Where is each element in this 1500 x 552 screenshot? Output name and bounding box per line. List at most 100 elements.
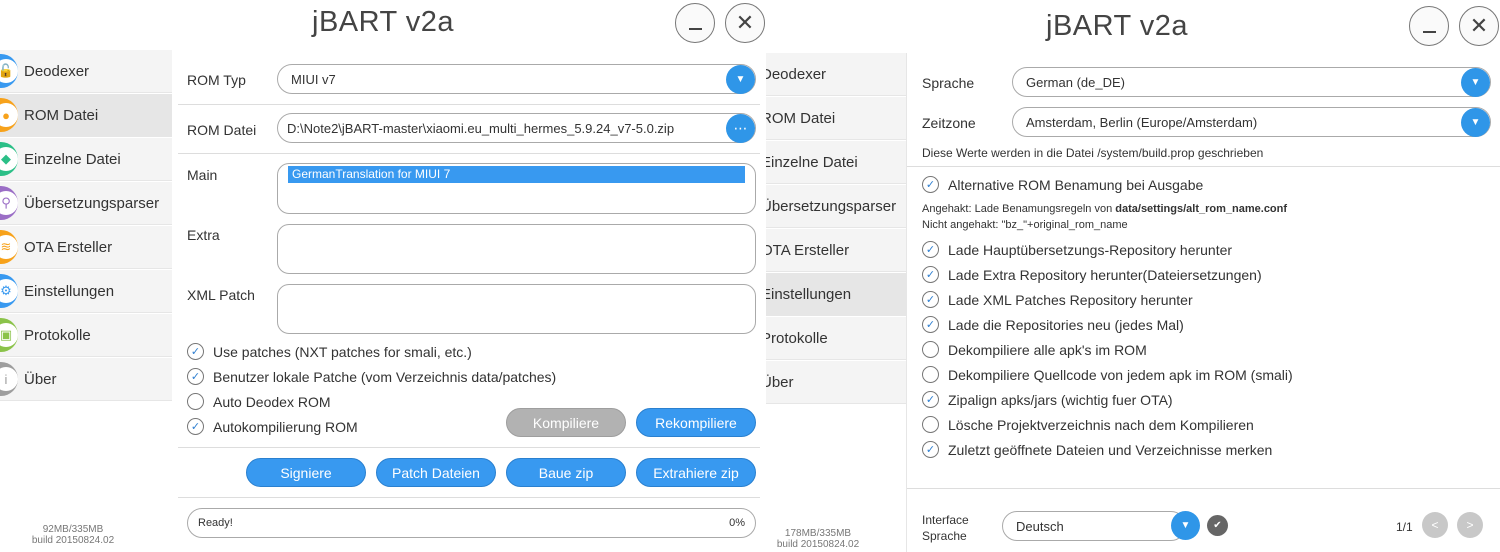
alt-rom-checkbox[interactable]: ✓ Alternative ROM Benamung bei Ausgabe (922, 176, 1203, 193)
xml-patch-list[interactable] (277, 284, 756, 334)
option-lade-extra-repository-herunter-dateierse[interactable]: ✓ Lade Extra Repository herunter(Dateiers… (922, 266, 1262, 283)
option-benutzer-lokale-patche-vom-verzeichnis-d[interactable]: ✓ Benutzer lokale Patche (vom Verzeichnis… (187, 368, 556, 385)
sidebar-item-uebersetzungsparser[interactable]: ⚲ Übersetzungsparser (0, 182, 172, 225)
divider (178, 153, 760, 154)
rom-datei-input[interactable]: D:\Note2\jBART-master\xiaomi.eu_multi_he… (277, 113, 756, 143)
sidebar-item-label: Über (766, 373, 794, 391)
sidebar-item-ueber[interactable]: Über (766, 361, 906, 404)
sidebar-item-protokolle[interactable]: Protokolle (766, 317, 906, 360)
sidebar-item-ueber[interactable]: i Über (0, 358, 172, 401)
sidebar-item-einzelne-datei[interactable]: Einzelne Datei (766, 141, 906, 184)
build-version: build 20150824.02 (776, 539, 860, 550)
close-button[interactable]: ✕ (725, 3, 765, 43)
interface-dropdown-button[interactable]: ▼ (1171, 511, 1200, 540)
option-dekompiliere-alle-apk-s-im-rom[interactable]: Dekompiliere alle apk's im ROM (922, 341, 1147, 358)
sidebar-item-deodexer[interactable]: 🔓 Deodexer (0, 50, 172, 93)
sidebar-item-einstellungen[interactable]: ⚙ Einstellungen (0, 270, 172, 313)
option-autokompilierung-rom[interactable]: ✓ Autokompilierung ROM (187, 418, 358, 435)
chevron-right-icon: > (1466, 518, 1474, 532)
pager-prev-button[interactable]: < (1422, 512, 1448, 538)
option-label: Lade Extra Repository herunter(Dateierse… (948, 266, 1262, 283)
divider (178, 497, 760, 498)
xml-patch-label: XML Patch (187, 287, 255, 303)
option-lade-hauptuebersetzungs-repository-herun[interactable]: ✓ Lade Hauptübersetzungs-Repository herun… (922, 241, 1232, 258)
divider (178, 447, 760, 448)
alt-rom-label: Alternative ROM Benamung bei Ausgabe (948, 176, 1204, 193)
ota-icon-glyph: ≋ (0, 235, 18, 259)
sprache-dropdown-button[interactable]: ▼ (1461, 68, 1490, 97)
interface-label-line1: Interface (922, 513, 969, 527)
sidebar-item-uebersetzungsparser[interactable]: Übersetzungsparser (766, 185, 906, 228)
option-lade-die-repositories-neu-jedes-mal[interactable]: ✓ Lade die Repositories neu (jedes Mal) (922, 316, 1184, 333)
option-loesche-projektverzeichnis-nach-dem-komp[interactable]: Lösche Projektverzeichnis nach dem Kompi… (922, 416, 1254, 433)
chevron-down-icon: ▼ (1470, 77, 1481, 88)
sidebar-item-protokolle[interactable]: ▣ Protokolle (0, 314, 172, 357)
sidebar-item-ota-ersteller[interactable]: OTA Ersteller (766, 229, 906, 272)
kompiliere-button[interactable]: Kompiliere (506, 408, 626, 437)
sidebar-item-einzelne-datei[interactable]: ◆ Einzelne Datei (0, 138, 172, 181)
checked-icon[interactable]: ✓ (922, 266, 939, 283)
checked-icon[interactable]: ✓ (922, 291, 939, 308)
patch-dateien-button[interactable]: Patch Dateien (376, 458, 496, 487)
apply-language-button[interactable]: ✔ (1207, 515, 1228, 536)
option-auto-deodex-rom[interactable]: Auto Deodex ROM (187, 393, 331, 410)
close-icon: ✕ (1469, 13, 1489, 38)
zeitzone-select[interactable]: Amsterdam, Berlin (Europe/Amsterdam) (1012, 107, 1491, 137)
sidebar-item-deodexer[interactable]: Deodexer (766, 53, 906, 96)
minimize-button[interactable] (1409, 6, 1449, 46)
close-button[interactable]: ✕ (1459, 6, 1499, 46)
chevron-down-icon: ▼ (735, 74, 746, 85)
option-zipalign-apks-jars-wichtig-fuer-ota[interactable]: ✓ Zipalign apks/jars (wichtig fuer OTA) (922, 391, 1173, 408)
checked-icon[interactable]: ✓ (922, 441, 939, 458)
unchecked-icon[interactable] (187, 393, 204, 410)
option-zuletzt-geoeffnete-dateien-und-verzeichn[interactable]: ✓ Zuletzt geöffnete Dateien und Verzeichn… (922, 441, 1272, 458)
unchecked-icon[interactable] (922, 416, 939, 433)
option-lade-xml-patches-repository-herunter[interactable]: ✓ Lade XML Patches Repository herunter (922, 291, 1193, 308)
unlock-icon-glyph: 🔓 (0, 59, 18, 83)
pager-next-button[interactable]: > (1457, 512, 1483, 538)
rom-typ-dropdown-button[interactable]: ▼ (726, 65, 755, 94)
checked-icon[interactable]: ✓ (187, 418, 204, 435)
title-bar[interactable]: jBART v2a ✕ (766, 0, 1500, 50)
progress-bar: Ready! 0% (187, 508, 756, 538)
sprache-select[interactable]: German (de_DE) (1012, 67, 1491, 97)
unchecked-icon[interactable] (922, 366, 939, 383)
android-icon: ◆ (0, 142, 18, 176)
note-checked-text: Angehakt: Lade Benamungsregeln von (922, 203, 1116, 215)
main-list[interactable]: GermanTranslation for MIUI 7 (277, 163, 756, 214)
sidebar-item-rom-datei[interactable]: ROM Datei (766, 97, 906, 140)
checkbox-circle[interactable]: ✓ (922, 176, 939, 193)
option-use-patches-nxt-patches-for-smali-etc[interactable]: ✓ Use patches (NXT patches for smali, etc… (187, 343, 472, 360)
checked-icon[interactable]: ✓ (187, 368, 204, 385)
browse-rom-button[interactable]: ⋯ (726, 114, 755, 143)
rom-typ-select[interactable]: MIUI v7 (277, 64, 756, 94)
option-label: Autokompilierung ROM (213, 418, 358, 435)
interface-sprache-select[interactable]: Deutsch (1002, 511, 1186, 541)
buildprop-note: Diese Werte werden in die Datei /system/… (922, 146, 1264, 160)
sidebar-item-ota-ersteller[interactable]: ≋ OTA Ersteller (0, 226, 172, 269)
sidebar-item-label: Einstellungen (24, 282, 115, 300)
unchecked-icon[interactable] (922, 341, 939, 358)
checked-icon[interactable]: ✓ (922, 316, 939, 333)
baue-zip-button[interactable]: Baue zip (506, 458, 626, 487)
sidebar-item-einstellungen[interactable]: Einstellungen (766, 273, 906, 316)
option-dekompiliere-quellcode-von-jedem-apk-im-[interactable]: Dekompiliere Quellcode von jedem apk im … (922, 366, 1293, 383)
rekompiliere-button[interactable]: Rekompiliere (636, 408, 756, 437)
rom-typ-value: MIUI v7 (291, 71, 336, 87)
divider (178, 104, 760, 105)
sidebar: Deodexer ROM Datei Einzelne Datei Übersetzu… (766, 53, 906, 552)
checked-icon[interactable]: ✓ (922, 391, 939, 408)
extrahiere-zip-button[interactable]: Extrahiere zip (636, 458, 756, 487)
checked-icon[interactable]: ✓ (922, 241, 939, 258)
extra-list[interactable] (277, 224, 756, 274)
sidebar-item-label: Einzelne Datei (766, 153, 858, 171)
zeitzone-dropdown-button[interactable]: ▼ (1461, 108, 1490, 137)
sidebar-item-rom-datei[interactable]: ● ROM Datei (0, 94, 172, 137)
checked-icon[interactable]: ✓ (187, 343, 204, 360)
info-icon-glyph: i (0, 367, 18, 391)
title-bar[interactable]: jBART v2a ✕ (0, 0, 766, 50)
sidebar-item-label: ROM Datei (24, 106, 99, 124)
main-selected-item[interactable]: GermanTranslation for MIUI 7 (288, 166, 745, 183)
signiere-button[interactable]: Signiere (246, 458, 366, 487)
minimize-button[interactable] (675, 3, 715, 43)
